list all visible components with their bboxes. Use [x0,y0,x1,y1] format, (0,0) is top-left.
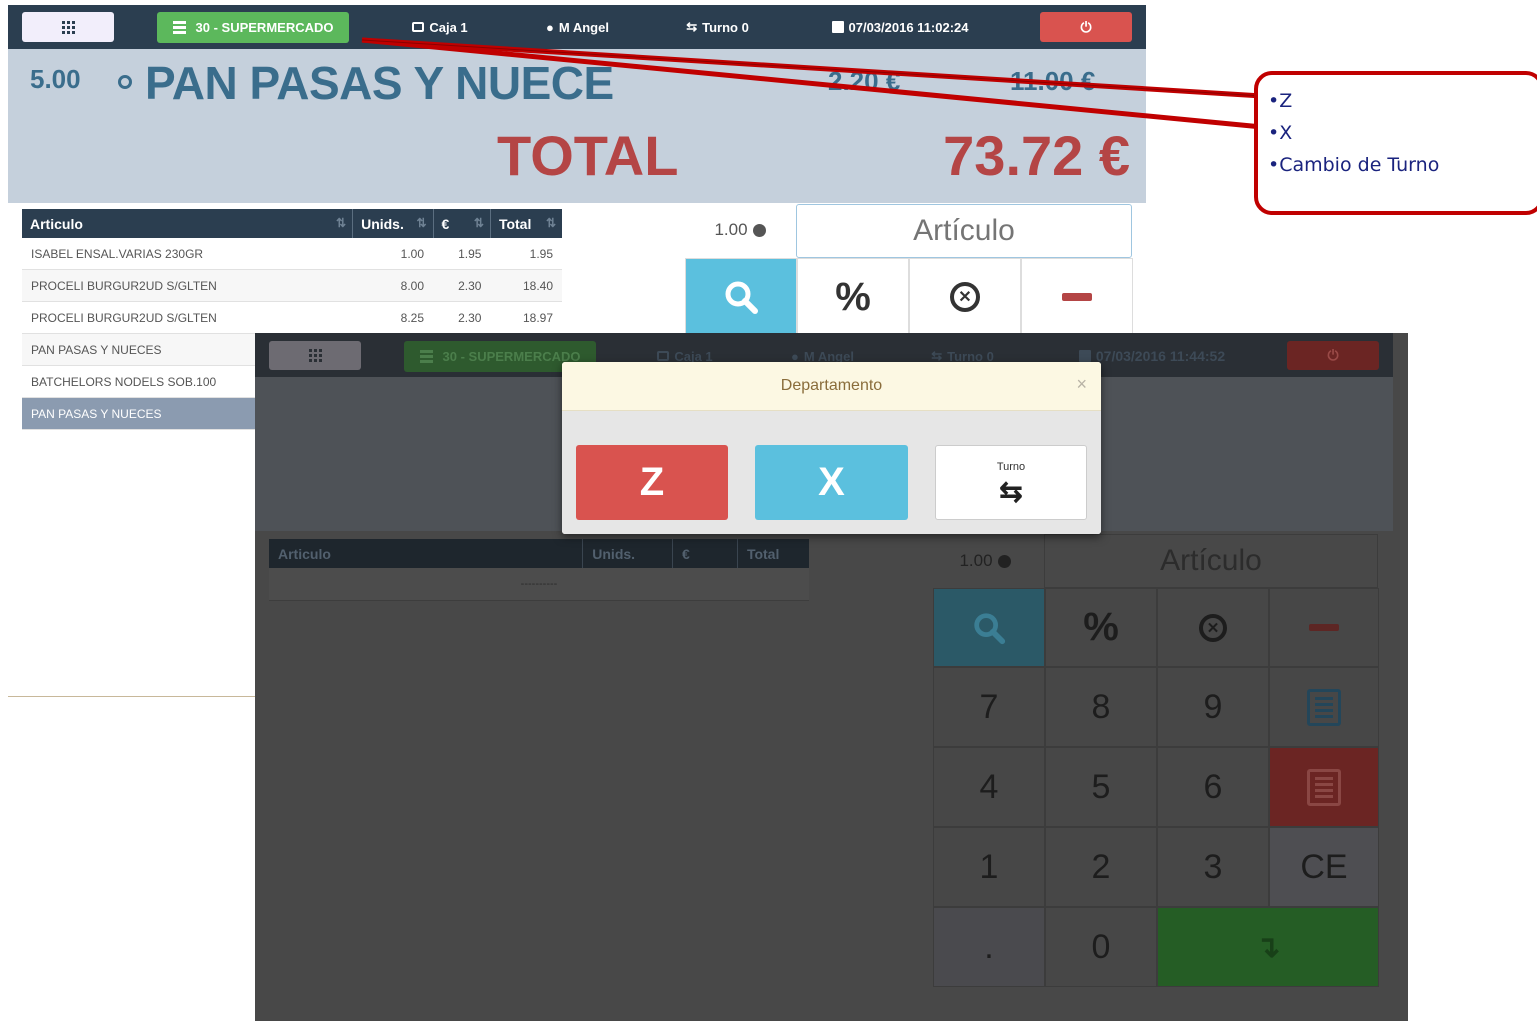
callout-arrow-line [361,39,1263,97]
callout-item-z: •Z [1268,90,1293,112]
callout-arrow-line [361,37,1263,130]
callout-list: •Z •X •Cambio de Turno [1268,85,1537,181]
callout-item-x: •X [1268,122,1293,144]
callout-item-cambio-turno: •Cambio de Turno [1268,154,1440,176]
callout-box: •Z •X •Cambio de Turno [1254,71,1537,215]
